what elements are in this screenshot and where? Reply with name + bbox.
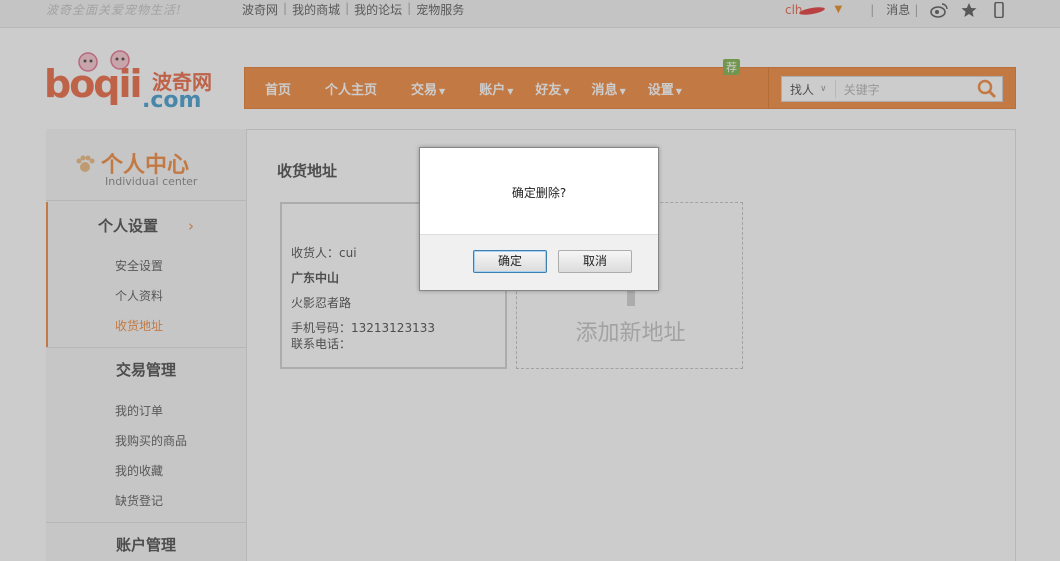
confirm-dialog: 确定删除? 确定 取消 <box>419 147 659 291</box>
confirm-button[interactable]: 确定 <box>473 250 547 273</box>
dialog-footer: 确定 取消 <box>420 234 658 290</box>
cancel-button[interactable]: 取消 <box>558 250 632 273</box>
dialog-message: 确定删除? <box>511 186 567 200</box>
